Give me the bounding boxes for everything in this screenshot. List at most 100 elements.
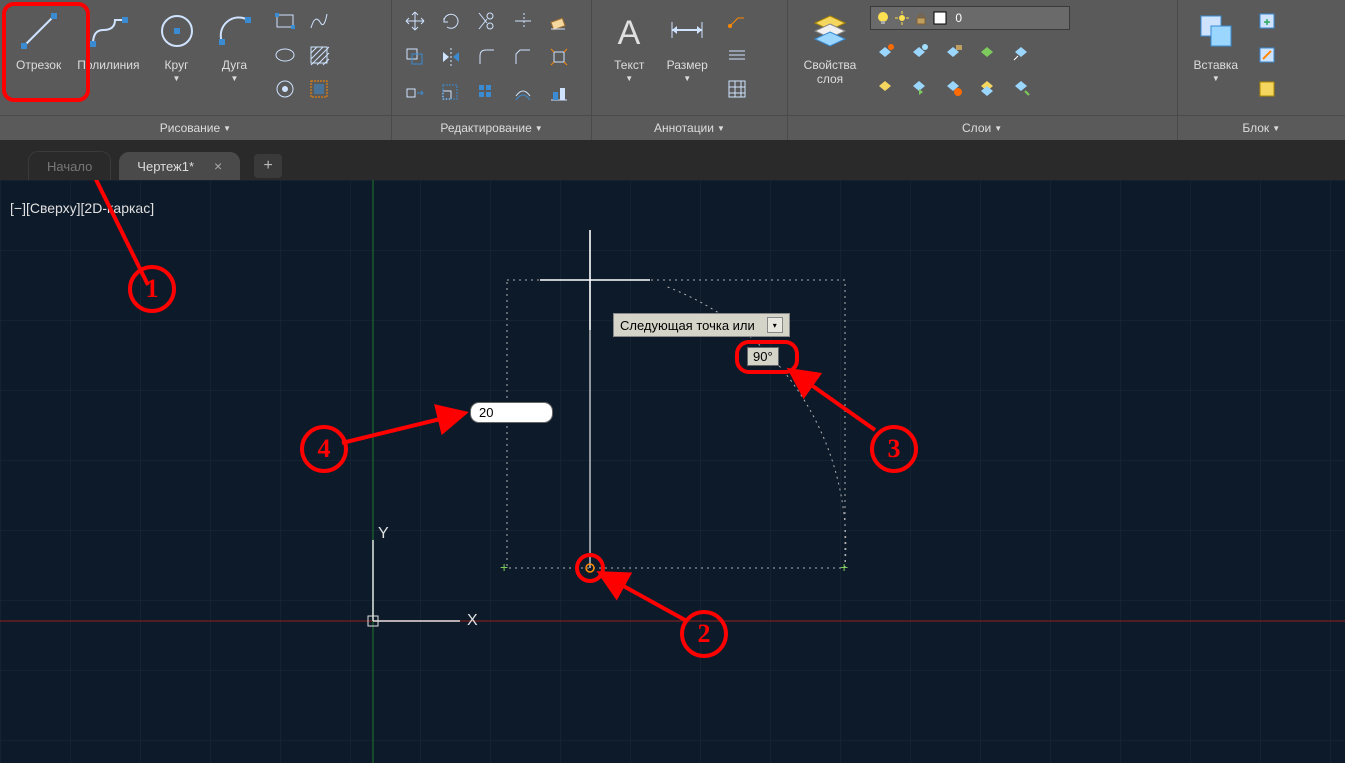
current-layer-name: 0 (955, 11, 962, 25)
array-button[interactable] (472, 78, 502, 108)
dynamic-input-prompt: Следующая точка или (620, 318, 755, 333)
edit-attribute-button[interactable] (1252, 74, 1282, 104)
dynamic-input-dropdown-icon[interactable]: ▾ (767, 317, 783, 333)
mirror-button[interactable] (436, 42, 466, 72)
text-label: Текст (614, 58, 644, 72)
table-button[interactable] (722, 74, 752, 104)
point-button[interactable] (270, 74, 300, 104)
edit-block-button[interactable] (1252, 40, 1282, 70)
layer-dropdown[interactable]: 0 (870, 6, 1070, 30)
text-button[interactable]: A Текст ▼ (604, 8, 654, 85)
panel-title-annotation[interactable]: Аннотации▼ (592, 115, 786, 140)
layer-make-current-button[interactable] (972, 38, 1002, 68)
panel-title-layers-label: Слои (962, 121, 991, 135)
panel-title-block[interactable]: Блок▼ (1178, 115, 1345, 140)
arc-button[interactable]: Дуга ▼ (210, 8, 260, 85)
layer-walk-button[interactable] (972, 72, 1002, 102)
region-button[interactable] (304, 74, 334, 104)
tab-drawing-label: Чертеж1* (137, 159, 194, 174)
layer-isolate-button[interactable] (870, 72, 900, 102)
panel-title-modify[interactable]: Редактирование▼ (392, 115, 591, 140)
drawing-canvas[interactable]: [−][Сверху][2D-каркас] X Y (0, 180, 1345, 763)
move-button[interactable] (400, 6, 430, 36)
length-input[interactable]: 20 (470, 402, 553, 423)
layer-previous-button[interactable] (904, 72, 934, 102)
chevron-down-icon: ▼ (173, 74, 181, 83)
trim-button[interactable] (472, 6, 502, 36)
panel-block: Вставка ▼ ✚ Блок▼ (1178, 0, 1345, 140)
dynamic-input-tooltip: Следующая точка или ▾ (613, 313, 790, 337)
circle-label: Круг (165, 58, 189, 72)
fillet-button[interactable] (472, 42, 502, 72)
bulb-icon (875, 10, 891, 26)
callout-number-2: 2 (680, 610, 728, 658)
lock-icon (913, 10, 929, 26)
tab-start[interactable]: Начало (28, 151, 111, 180)
align-button[interactable] (544, 78, 574, 108)
leader-button[interactable] (722, 6, 752, 36)
tab-start-label: Начало (47, 159, 92, 174)
layer-off-button[interactable] (870, 38, 900, 68)
panel-annotation: A Текст ▼ Размер ▼ Аннотации▼ (592, 0, 787, 140)
rectangle-button[interactable] (270, 6, 300, 36)
svg-text:+: + (500, 559, 508, 575)
svg-text:+: + (840, 559, 848, 575)
panel-title-block-label: Блок (1242, 121, 1269, 135)
arc-icon (214, 10, 256, 52)
layer-properties-button[interactable]: Свойства слоя (800, 8, 861, 88)
chamfer-button[interactable] (508, 42, 538, 72)
panel-title-draw[interactable]: Рисование▼ (0, 115, 391, 140)
offset-button[interactable] (508, 78, 538, 108)
canvas-svg: X Y + + (0, 180, 1345, 763)
layer-match-button[interactable] (1006, 38, 1036, 68)
ellipse-button[interactable] (270, 40, 300, 70)
svg-text:A: A (618, 14, 641, 52)
close-icon[interactable]: × (214, 158, 222, 174)
tab-drawing1[interactable]: Чертеж1* × (119, 152, 240, 180)
extend-button[interactable] (508, 6, 538, 36)
circle-button[interactable]: Круг ▼ (152, 8, 202, 85)
panel-modify: Редактирование▼ (392, 0, 592, 140)
layer-freeze-button[interactable] (904, 38, 934, 68)
panel-title-modify-label: Редактирование (440, 121, 531, 135)
spline-button[interactable] (304, 6, 334, 36)
layers-stack-icon (809, 10, 851, 52)
scale-button[interactable] (436, 78, 466, 108)
callout-ring-1 (2, 2, 90, 102)
create-block-button[interactable]: ✚ (1252, 6, 1282, 36)
chevron-down-icon: ▼ (231, 74, 239, 83)
mleader-button[interactable] (722, 40, 752, 70)
rotate-button[interactable] (436, 6, 466, 36)
chevron-down-icon: ▼ (683, 74, 691, 83)
text-icon: A (608, 10, 650, 52)
svg-text:✚: ✚ (1264, 18, 1271, 27)
new-tab-button[interactable]: + (254, 154, 282, 178)
insert-block-button[interactable]: Вставка ▼ (1190, 8, 1243, 85)
callout-number-1: 1 (128, 265, 176, 313)
layer-state-button[interactable] (938, 72, 968, 102)
panel-title-layers[interactable]: Слои▼ (788, 115, 1177, 140)
layer-lock-button[interactable] (938, 38, 968, 68)
layer-change-button[interactable] (1006, 72, 1036, 102)
dimension-button[interactable]: Размер ▼ (662, 8, 712, 85)
callout-ring-3 (735, 340, 799, 374)
panel-layers: Свойства слоя 0 (788, 0, 1178, 140)
polyline-icon (87, 10, 129, 52)
chevron-down-icon: ▼ (625, 74, 633, 83)
copy-button[interactable] (400, 42, 430, 72)
insert-block-icon (1195, 10, 1237, 52)
panel-title-annotation-label: Аннотации (654, 121, 714, 135)
callout-number-4: 4 (300, 425, 348, 473)
layer-properties-label: Свойства слоя (804, 58, 857, 86)
explode-button[interactable] (544, 42, 574, 72)
hatch-button[interactable] (304, 40, 334, 70)
erase-button[interactable] (544, 6, 574, 36)
arc-label: Дуга (222, 58, 247, 72)
stretch-button[interactable] (400, 78, 430, 108)
ribbon-toolbar: Отрезок Полилиния Круг ▼ Дуга ▼ (0, 0, 1345, 140)
circle-icon (156, 10, 198, 52)
sun-icon (894, 10, 910, 26)
callout-number-3: 3 (870, 425, 918, 473)
callout-ring-2 (575, 553, 605, 583)
document-tabs: Начало Чертеж1* × + (0, 140, 1345, 180)
